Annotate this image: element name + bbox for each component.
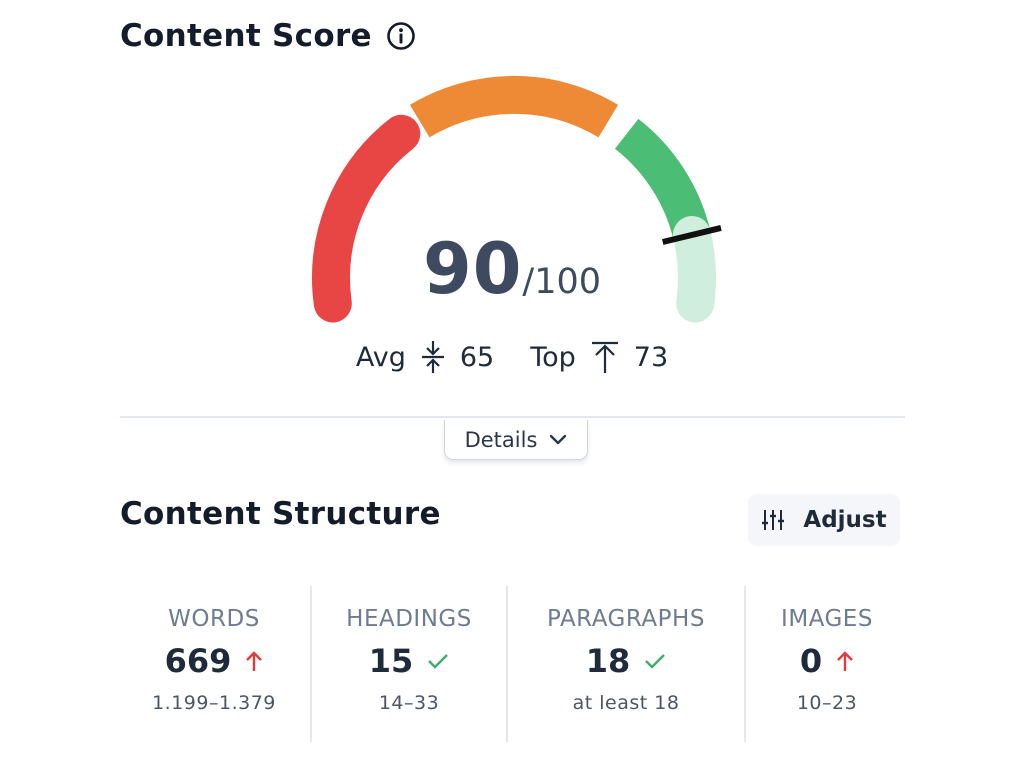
metric-paragraphs: PARAGRAPHS 18 at least 18 bbox=[506, 586, 744, 742]
metric-range: at least 18 bbox=[572, 692, 680, 714]
structure-metrics: WORDS 669 1.199–1.379 HEADINGS 15 14–33 … bbox=[118, 586, 908, 742]
metric-value-row: 669 bbox=[165, 642, 264, 680]
arrow-up-icon bbox=[837, 651, 853, 671]
avg-stat: Avg 65 bbox=[356, 340, 494, 374]
score-max: /100 bbox=[522, 262, 602, 302]
score-value: 90 bbox=[422, 228, 523, 310]
metric-value: 669 bbox=[164, 642, 232, 680]
metric-range: 10–23 bbox=[796, 692, 858, 714]
metric-value: 0 bbox=[799, 642, 823, 680]
metric-label: IMAGES bbox=[781, 606, 873, 632]
details-label: Details bbox=[464, 427, 538, 452]
section-divider bbox=[120, 416, 905, 418]
top-value: 73 bbox=[633, 341, 669, 373]
chevron-down-icon bbox=[550, 434, 567, 444]
metric-range: 1.199–1.379 bbox=[152, 692, 276, 714]
metric-value-row: 18 bbox=[586, 642, 667, 680]
avg-label: Avg bbox=[355, 341, 406, 373]
benchmark-stats: Avg 65 Top 73 bbox=[0, 340, 1024, 374]
check-icon bbox=[428, 654, 449, 669]
metric-range: 14–33 bbox=[378, 692, 440, 714]
gauge-segment-medium bbox=[409, 75, 619, 138]
metric-words: WORDS 669 1.199–1.379 bbox=[118, 586, 310, 742]
metric-images: IMAGES 0 10–23 bbox=[744, 586, 908, 742]
metric-headings: HEADINGS 15 14–33 bbox=[310, 586, 506, 742]
metric-value-row: 15 bbox=[369, 642, 450, 680]
metric-value-row: 0 bbox=[800, 642, 854, 680]
details-button[interactable]: Details bbox=[444, 420, 588, 460]
metric-value: 18 bbox=[585, 642, 631, 680]
content-structure-title: Content Structure bbox=[120, 496, 441, 532]
top-stat: Top 73 bbox=[530, 340, 668, 374]
score-display: 90/100 bbox=[0, 228, 1024, 310]
sliders-icon bbox=[762, 510, 785, 530]
avg-value: 65 bbox=[459, 341, 495, 373]
compress-vertical-icon bbox=[421, 341, 444, 373]
metric-label: HEADINGS bbox=[346, 606, 472, 632]
top-label: Top bbox=[530, 341, 576, 373]
metric-value: 15 bbox=[368, 642, 414, 680]
adjust-button[interactable]: Adjust bbox=[748, 494, 900, 546]
check-icon bbox=[645, 654, 666, 669]
arrow-up-to-line-icon bbox=[591, 341, 618, 373]
metric-label: PARAGRAPHS bbox=[547, 606, 705, 632]
metric-label: WORDS bbox=[168, 606, 260, 632]
adjust-label: Adjust bbox=[803, 507, 887, 533]
arrow-up-icon bbox=[246, 651, 263, 671]
